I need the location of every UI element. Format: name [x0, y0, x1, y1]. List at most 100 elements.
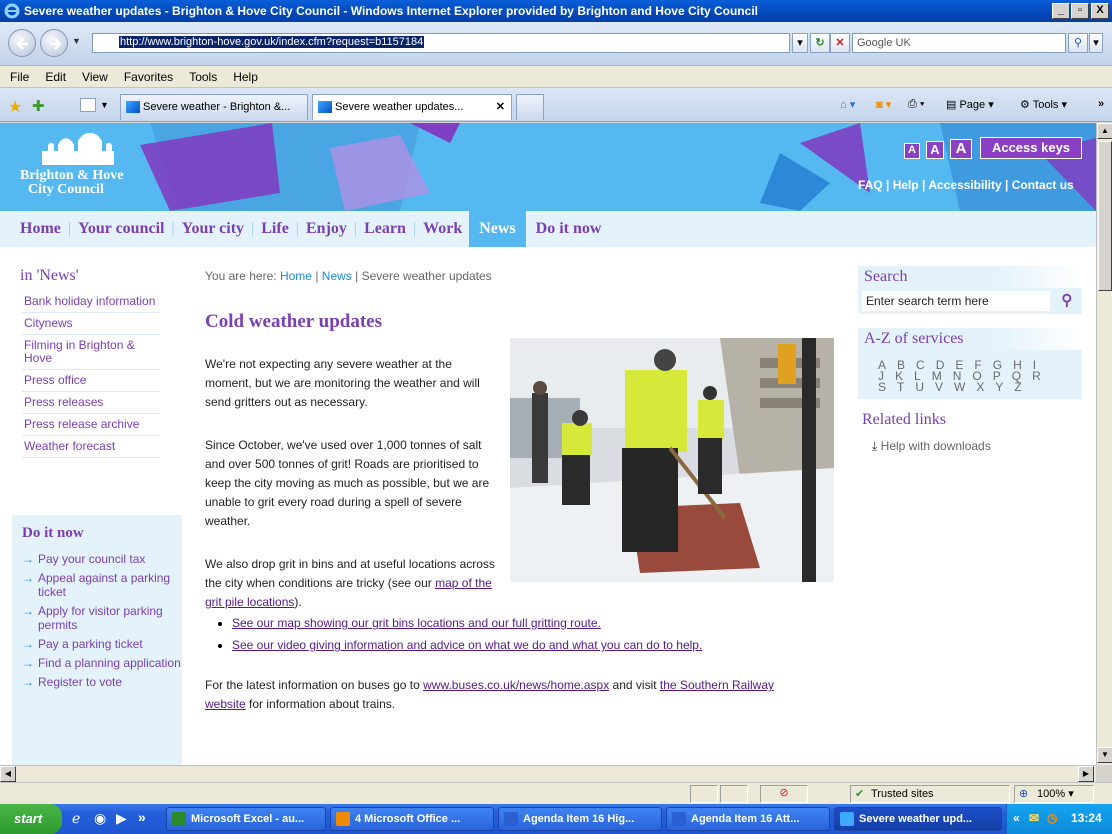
start-button[interactable]: start [0, 804, 62, 834]
sidebar-item-press-releases[interactable]: Press releases [22, 392, 160, 414]
faq-link[interactable]: FAQ [858, 178, 883, 192]
sidebar-item-filming[interactable]: Filming in Brighton & Hove [22, 335, 160, 370]
site-search-input[interactable]: Enter search term here [862, 291, 1050, 311]
menu-edit[interactable]: Edit [45, 70, 66, 84]
task-excel[interactable]: Microsoft Excel - au... [166, 807, 326, 831]
az-letter[interactable]: W [954, 381, 965, 393]
nav-work[interactable]: Work [416, 220, 469, 238]
text-size-large-button[interactable]: A [950, 139, 972, 159]
add-favorite-icon[interactable]: ✚ [32, 97, 45, 115]
related-link-downloads[interactable]: ⤓ Help with downloads [858, 439, 1082, 454]
quicklaunch-ie-icon[interactable]: ℯ [72, 810, 80, 827]
az-letter[interactable]: R [1032, 370, 1041, 382]
popup-blocker-icon[interactable]: ⊘ [760, 785, 808, 803]
az-letter[interactable]: T [897, 381, 904, 393]
buses-link[interactable]: www.buses.co.uk/news/home.aspx [423, 678, 609, 692]
address-dropdown-icon[interactable]: ▾ [792, 33, 808, 53]
nav-do-it-now[interactable]: Do it now [526, 220, 609, 238]
council-logo-text[interactable]: Brighton & Hove City Council [20, 169, 123, 197]
quick-tabs-icon[interactable] [80, 98, 96, 112]
do-item-visitor-permits[interactable]: → Apply for visitor parking permits [22, 604, 182, 632]
scroll-thumb[interactable] [1098, 141, 1112, 291]
help-link[interactable]: Help [893, 178, 919, 192]
browser-search-input[interactable]: Google UK [852, 33, 1066, 53]
quicklaunch-more-icon[interactable]: » [138, 809, 146, 825]
menu-help[interactable]: Help [233, 70, 258, 84]
az-letter[interactable]: U [915, 381, 924, 393]
nav-your-council[interactable]: Your council [71, 220, 171, 238]
scroll-left-icon[interactable]: ◀ [0, 766, 16, 782]
minimize-button[interactable]: _ [1052, 3, 1070, 19]
task-office[interactable]: 4 Microsoft Office ... [330, 807, 494, 831]
menu-view[interactable]: View [82, 70, 108, 84]
feeds-icon[interactable]: ◙ ▾ [876, 98, 891, 111]
nav-enjoy[interactable]: Enjoy [299, 220, 354, 238]
forward-button[interactable] [40, 29, 68, 57]
chevron-more-icon[interactable]: » [1098, 98, 1104, 110]
task-agenda-hig[interactable]: Agenda Item 16 Hig... [498, 807, 662, 831]
favorites-star-icon[interactable]: ★ [8, 97, 22, 117]
home-icon[interactable]: ⌂ ▾ [840, 98, 855, 111]
horizontal-scrollbar[interactable]: ◀ ▶ [0, 765, 1096, 782]
text-size-small-button[interactable]: A [904, 143, 920, 159]
menu-file[interactable]: File [10, 70, 29, 84]
maximize-button[interactable]: ▫ [1071, 3, 1089, 19]
sidebar-item-citynews[interactable]: Citynews [22, 313, 160, 335]
search-icon[interactable]: ⚲ [1061, 292, 1072, 309]
breadcrumb-home[interactable]: Home [280, 269, 312, 283]
az-letter[interactable]: Y [995, 381, 1003, 393]
tools-menu[interactable]: ⚙ Tools ▾ [1020, 98, 1067, 111]
vertical-scrollbar[interactable]: ▲ ▼ [1096, 123, 1112, 765]
sidebar-item-weather-forecast[interactable]: Weather forecast [22, 436, 160, 458]
close-tab-icon[interactable]: ✕ [496, 100, 505, 113]
do-item-register-vote[interactable]: → Register to vote [22, 675, 182, 689]
tab-severe-weather[interactable]: Severe weather - Brighton &... [120, 94, 308, 120]
refresh-icon[interactable]: ↻ [810, 33, 830, 53]
task-ie[interactable]: Severe weather upd... [834, 807, 1002, 831]
breadcrumb-news[interactable]: News [322, 269, 352, 283]
sidebar-item-bank-holiday[interactable]: Bank holiday information [22, 291, 160, 313]
do-item-pay-ticket[interactable]: → Pay a parking ticket [22, 637, 182, 651]
mail-icon[interactable]: ✉ [1029, 811, 1039, 825]
nav-life[interactable]: Life [254, 220, 296, 238]
quicklaunch-desktop-icon[interactable]: ◉ [94, 810, 106, 827]
quicklaunch-media-icon[interactable]: ▶ [116, 810, 127, 827]
page-menu[interactable]: ▤ Page ▾ [946, 98, 994, 111]
nav-news[interactable]: News [469, 211, 526, 247]
address-input[interactable]: http://www.brighton-hove.gov.uk/index.cf… [92, 33, 790, 53]
video-advice-link[interactable]: See our video giving information and adv… [232, 638, 702, 652]
nav-your-city[interactable]: Your city [175, 220, 251, 238]
window-title-bar[interactable]: Severe weather updates - Brighton & Hove… [0, 0, 1112, 22]
history-dropdown-icon[interactable]: ▼ [72, 36, 81, 46]
print-icon[interactable]: ⎙ ▾ [908, 98, 924, 111]
scroll-up-icon[interactable]: ▲ [1097, 123, 1112, 139]
tab-list-dropdown-icon[interactable]: ▼ [100, 100, 109, 110]
az-letter[interactable]: X [976, 381, 984, 393]
az-letter[interactable]: V [935, 381, 943, 393]
zoom-level[interactable]: ⊕ 100% ▾ [1014, 785, 1094, 803]
close-button[interactable]: X [1091, 3, 1109, 19]
search-options-icon[interactable]: ▾ [1089, 33, 1103, 53]
az-letter[interactable]: Z [1014, 381, 1021, 393]
grit-bins-map-link[interactable]: See our map showing our grit bins locati… [232, 616, 601, 630]
search-icon[interactable]: ⚲ [1068, 33, 1088, 53]
nav-learn[interactable]: Learn [357, 220, 413, 238]
access-keys-button[interactable]: Access keys [980, 137, 1082, 159]
scroll-down-icon[interactable]: ▼ [1097, 747, 1112, 763]
text-size-medium-button[interactable]: A [926, 141, 944, 159]
tray-expand-icon[interactable]: « [1013, 811, 1020, 825]
nav-home[interactable]: Home [20, 220, 68, 238]
menu-favorites[interactable]: Favorites [124, 70, 173, 84]
clock-app-icon[interactable]: ◷ [1047, 811, 1057, 825]
do-item-council-tax[interactable]: → Pay your council tax [22, 552, 182, 566]
new-tab-button[interactable] [516, 94, 544, 120]
sidebar-item-press-office[interactable]: Press office [22, 370, 160, 392]
contact-us-link[interactable]: Contact us [1012, 178, 1074, 192]
security-zone[interactable]: ✔ Trusted sites [850, 785, 1010, 803]
menu-tools[interactable]: Tools [189, 70, 217, 84]
scroll-right-icon[interactable]: ▶ [1078, 766, 1094, 782]
do-item-appeal-ticket[interactable]: → Appeal against a parking ticket [22, 571, 182, 599]
stop-icon[interactable]: ✕ [830, 33, 850, 53]
task-agenda-att[interactable]: Agenda Item 16 Att... [666, 807, 830, 831]
tab-severe-weather-updates[interactable]: Severe weather updates... ✕ [312, 94, 512, 120]
